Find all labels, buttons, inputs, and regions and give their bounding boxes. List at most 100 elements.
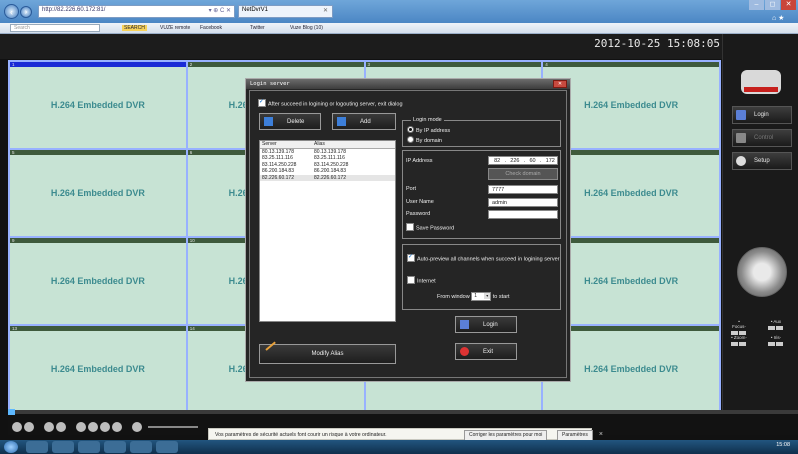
toolbar-search-input[interactable]: Search [10,24,100,32]
add-button[interactable]: Add [332,113,396,130]
address-controls-icon[interactable]: ▾ ⊕ C ✕ [209,7,231,14]
taskbar-skype-icon[interactable] [104,441,126,453]
channel-1[interactable]: 1 H.264 Embedded DVR [10,62,186,148]
exit-dialog-label: After succeed in logining or logouting s… [268,101,403,108]
browser-tab[interactable]: NetDvrV1 ✕ [238,5,333,18]
exit-dialog-checkbox[interactable] [258,98,266,107]
maximize-button[interactable]: ◻ [765,0,780,10]
minimize-button[interactable]: – [749,0,764,10]
user-icon [460,320,469,329]
window-controls: – ◻ ✕ [749,0,798,14]
taskbar-media-icon[interactable] [52,441,74,453]
channel-number: 2 [187,62,364,67]
mode-ip-option[interactable]: By IP address [407,126,450,134]
forward-button[interactable]: › [20,6,32,18]
play-button[interactable] [12,422,22,432]
taskbar-app2-icon[interactable] [156,441,178,453]
iris-button[interactable]: • Iris- [768,335,784,346]
login-side-button[interactable]: Login [732,106,792,124]
preview-group: Auto-preview all channels when succeed i… [402,244,561,310]
right-control-panel: Login Control Setup • Focus- • Aux • Zoo… [722,34,798,414]
channel-5[interactable]: 5 H.264 Embedded DVR [10,150,186,236]
zoom-button[interactable]: • Zoom- [731,335,747,346]
from-window-row: From window 1 ▾ to start [437,292,510,301]
pencil-icon [265,341,276,351]
start-button[interactable] [4,441,18,453]
channel-13[interactable]: 13 H.264 Embedded DVR [10,326,186,412]
volume-icon[interactable] [132,422,142,432]
connection-group: IP Address 82. 226. 60. 172 Check domain Po… [402,150,561,239]
address-text: http://82.226.60.172:81/ [42,7,106,13]
delete-label: Delete [287,118,305,125]
exit-label: Exit [483,348,494,355]
setup-side-button[interactable]: Setup [732,152,792,170]
channel-9[interactable]: 9 H.264 Embedded DVR [10,238,186,324]
delete-button[interactable]: Delete [259,113,321,130]
volume-slider[interactable] [148,426,198,428]
next-frame-button[interactable] [88,422,98,432]
from-window-select[interactable]: 1 ▾ [471,292,492,301]
channel-number: 3 [365,62,542,67]
timeline-handle[interactable] [8,409,15,415]
fav-facebook[interactable]: Facebook [200,25,222,31]
check-domain-button[interactable]: Check domain [488,168,558,180]
slow-button[interactable] [100,422,110,432]
rewind-button[interactable] [44,422,54,432]
ip-label: IP Address [406,158,433,164]
modify-alias-label: Modify Alias [311,351,344,357]
server-row-selected[interactable]: 82.226.60.172 82.226.60.172 [260,174,395,181]
modify-alias-button[interactable]: Modify Alias [259,341,396,364]
notification-text: Vos paramètres de sécurité actuels font … [215,432,387,438]
add-label: Add [360,118,371,125]
port-input[interactable]: 7777 [488,185,558,194]
username-input[interactable]: admin [488,198,558,207]
window-close-button[interactable]: ✕ [781,0,796,10]
prev-frame-button[interactable] [76,422,86,432]
channel-number: 9 [10,238,186,243]
fav-search-button[interactable]: SEARCH [122,25,147,31]
exit-dialog-option[interactable]: After succeed in logining or logouting s… [258,98,403,108]
password-input[interactable] [488,210,558,219]
save-password-option[interactable]: Save Password [406,223,454,232]
dialog-close-button[interactable]: ✕ [553,80,567,88]
control-side-button[interactable]: Control [732,129,792,147]
tab-close-icon[interactable]: ✕ [323,7,328,14]
channel-label: H.264 Embedded DVR [50,363,145,374]
home-icon[interactable]: ⌂ ★ [772,14,784,22]
aux-button[interactable]: • Aux [768,319,784,330]
ptz-joystick[interactable] [737,247,787,297]
delete-icon [264,117,273,126]
address-bar[interactable]: http://82.226.60.172:81/ ▾ ⊕ C ✕ [38,5,235,18]
taskbar-ie-icon[interactable] [26,441,48,453]
tab-title: NetDvrV1 [242,7,269,13]
fast-button[interactable] [112,422,122,432]
taskbar-app-icon[interactable] [130,441,152,453]
exit-button[interactable]: Exit [455,343,517,360]
header-server[interactable]: Server [260,141,312,148]
login-button[interactable]: Login [455,316,517,333]
auto-preview-option[interactable]: Auto-preview all channels when succeed i… [407,253,559,263]
server-list[interactable]: Server Alias 80.13.139.178 80.13.139.178 … [259,140,396,322]
channel-label: H.264 Embedded DVR [50,99,145,110]
stop-button[interactable] [24,422,34,432]
taskbar-clock[interactable]: 15:08 [776,442,790,448]
mode-domain-option[interactable]: By domain [407,136,442,144]
header-alias[interactable]: Alias [312,141,394,148]
fav-vuze-remote[interactable]: VUZE remote [160,25,190,31]
channel-number: 4 [543,62,719,67]
server-list-header: Server Alias [260,141,395,149]
focus-button[interactable]: • Focus- [731,319,747,335]
ip-address-input[interactable]: 82. 226. 60. 172 [488,156,558,165]
back-button[interactable]: ‹ [4,4,19,19]
to-start-label: to start [492,293,510,300]
internet-option[interactable]: Internet [407,276,436,285]
notification-close-icon[interactable]: × [599,431,603,438]
fav-vuze-blog[interactable]: Vuze Blog (10) [290,25,323,31]
fav-twitter[interactable]: Twitter [250,25,265,31]
forward-button[interactable] [56,422,66,432]
login-mode-group: Login mode By IP address By domain [402,117,561,147]
timeline-slider[interactable] [8,409,798,415]
username-label: User Name [406,199,434,205]
dialog-body: After succeed in logining or logouting s… [249,90,567,378]
taskbar-folder-icon[interactable] [78,441,100,453]
